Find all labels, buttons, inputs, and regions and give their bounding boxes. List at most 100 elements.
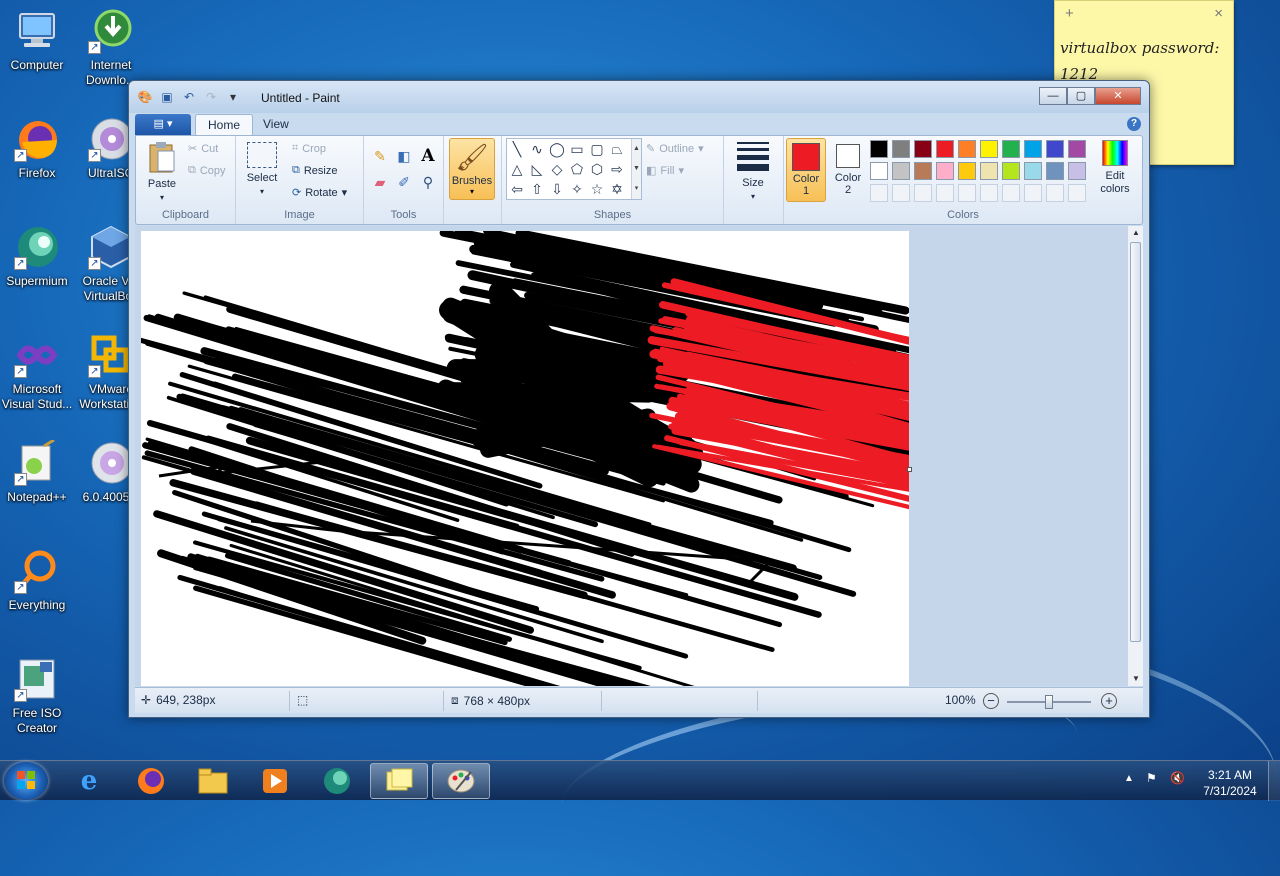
hexagon-shape-icon[interactable]: ⬡ (589, 161, 605, 177)
magnifier-icon[interactable]: ⚲ (418, 172, 438, 192)
palette-swatch[interactable] (980, 162, 998, 180)
pencil-icon[interactable]: ✎ (370, 146, 390, 166)
palette-swatch[interactable] (936, 162, 954, 180)
paint-app-icon[interactable]: 🎨 (137, 89, 153, 105)
edit-colors-button[interactable]: Edit colors (1092, 140, 1138, 196)
palette-swatch[interactable] (936, 140, 954, 158)
desktop-icon-internet-download-manager[interactable]: ↗ Internet Downlo... (74, 8, 148, 88)
zoom-in-button[interactable]: + (1101, 693, 1117, 709)
rounded-rectangle-shape-icon[interactable]: ▢ (589, 141, 605, 157)
palette-swatch[interactable] (1068, 140, 1086, 158)
eraser-icon[interactable]: ▰ (370, 172, 390, 192)
right-arrow-shape-icon[interactable]: ⇨ (609, 161, 625, 177)
custom-color-slot[interactable] (1068, 184, 1086, 202)
line-shape-icon[interactable]: ╲ (509, 141, 525, 157)
drawing-canvas[interactable] (141, 231, 909, 686)
fill-bucket-icon[interactable]: ◧ (394, 146, 414, 166)
add-note-button[interactable]: + (1065, 5, 1074, 23)
maximize-button[interactable]: ▢ (1067, 87, 1095, 105)
palette-swatch[interactable] (892, 162, 910, 180)
show-hidden-icons-button[interactable]: ▲ (1124, 773, 1134, 784)
shapes-gallery[interactable]: ╲ ∿ ◯ ▭ ▢ ⏢ △ ◺ ◇ ⬠ ⬡ ⇨ ⇦ ⇧ ⇩ ✧ ☆ ✡ ▲▼▾ (506, 138, 642, 200)
desktop-icon-firefox[interactable]: ↗ Firefox (0, 116, 74, 181)
palette-swatch[interactable] (1002, 140, 1020, 158)
taskbar-media-player[interactable] (246, 763, 304, 799)
taskbar-internet-explorer[interactable]: e (60, 763, 118, 799)
desktop-icon-free-iso-creator[interactable]: ↗ Free ISO Creator (0, 656, 74, 736)
custom-color-slot[interactable] (1046, 184, 1064, 202)
rotate-button[interactable]: ⟳Rotate▾ (292, 186, 347, 199)
right-triangle-shape-icon[interactable]: ◺ (529, 161, 545, 177)
color1-button[interactable]: Color 1 (786, 138, 826, 202)
tab-view[interactable]: View (251, 114, 301, 136)
cut-button[interactable]: ✂Cut (188, 142, 218, 155)
title-bar[interactable]: 🎨 ▣ ↶ ↷ ▾ Untitled - Paint — ▢ ✕ (129, 81, 1149, 113)
desktop-icon-visual-studio[interactable]: ↗ Microsoft Visual Stud... (0, 332, 74, 412)
palette-swatch[interactable] (870, 162, 888, 180)
close-note-button[interactable]: × (1214, 5, 1223, 23)
custom-color-slot[interactable] (914, 184, 932, 202)
taskbar-paint[interactable] (432, 763, 490, 799)
zoom-out-button[interactable]: − (983, 693, 999, 709)
custom-color-slot[interactable] (958, 184, 976, 202)
scroll-thumb[interactable] (1130, 242, 1141, 642)
custom-color-slot[interactable] (1024, 184, 1042, 202)
down-arrow-shape-icon[interactable]: ⇩ (549, 181, 565, 197)
scroll-up-arrow[interactable]: ▲ (1128, 226, 1144, 240)
paste-button[interactable]: Paste ▾ (142, 140, 182, 204)
crop-button[interactable]: ⌗Crop (292, 142, 326, 155)
oval-shape-icon[interactable]: ◯ (549, 141, 565, 157)
palette-swatch[interactable] (870, 140, 888, 158)
palette-swatch[interactable] (1024, 162, 1042, 180)
tab-home[interactable]: Home (195, 114, 253, 136)
outline-button[interactable]: ✎Outline▾ (646, 142, 704, 155)
show-desktop-button[interactable] (1268, 761, 1280, 801)
polygon-shape-icon[interactable]: ⏢ (609, 141, 625, 157)
rectangle-shape-icon[interactable]: ▭ (569, 141, 585, 157)
desktop-icon-everything[interactable]: ↗ Everything (0, 548, 74, 613)
palette-swatch[interactable] (1068, 162, 1086, 180)
custom-color-slot[interactable] (1002, 184, 1020, 202)
canvas-resize-handle[interactable] (907, 467, 912, 472)
palette-swatch[interactable] (1024, 140, 1042, 158)
undo-icon[interactable]: ↶ (181, 89, 197, 105)
fill-button[interactable]: ◧Fill▾ (646, 164, 684, 177)
palette-swatch[interactable] (1046, 140, 1064, 158)
canvas-workspace[interactable] (135, 226, 1127, 686)
palette-swatch[interactable] (892, 140, 910, 158)
start-button[interactable] (4, 762, 48, 800)
copy-button[interactable]: ⧉Copy (188, 164, 226, 177)
palette-swatch[interactable] (914, 162, 932, 180)
vertical-scrollbar[interactable]: ▲ ▼ (1127, 226, 1143, 686)
resize-button[interactable]: ⧉Resize (292, 164, 337, 177)
custom-color-slot[interactable] (936, 184, 954, 202)
palette-swatch[interactable] (958, 162, 976, 180)
palette-swatch[interactable] (1046, 162, 1064, 180)
custom-color-slot[interactable] (870, 184, 888, 202)
select-button[interactable]: Select ▾ (242, 142, 282, 198)
custom-color-slot[interactable] (980, 184, 998, 202)
scroll-down-arrow[interactable]: ▼ (1128, 672, 1144, 686)
save-icon[interactable]: ▣ (159, 89, 175, 105)
file-menu-button[interactable]: ▤ ▾ (135, 114, 191, 135)
palette-swatch[interactable] (914, 140, 932, 158)
taskbar-firefox[interactable] (122, 763, 180, 799)
six-point-star-shape-icon[interactable]: ✡ (609, 181, 625, 197)
desktop-icon-notepadpp[interactable]: ↗ Notepad++ (0, 440, 74, 505)
custom-color-slot[interactable] (892, 184, 910, 202)
volume-muted-icon[interactable]: 🔇 (1170, 771, 1185, 785)
paint-window[interactable]: 🎨 ▣ ↶ ↷ ▾ Untitled - Paint — ▢ ✕ ▤ ▾ Hom… (128, 80, 1150, 718)
five-point-star-shape-icon[interactable]: ☆ (589, 181, 605, 197)
diamond-shape-icon[interactable]: ◇ (549, 161, 565, 177)
taskbar-file-explorer[interactable] (184, 763, 242, 799)
desktop-icon-supermium[interactable]: ↗ Supermium (0, 224, 74, 289)
color-picker-icon[interactable]: ✐ (394, 172, 414, 192)
shapes-scroll[interactable]: ▲▼▾ (631, 139, 641, 199)
taskbar-sticky-notes[interactable] (370, 763, 428, 799)
triangle-shape-icon[interactable]: △ (509, 161, 525, 177)
minimize-button[interactable]: — (1039, 87, 1067, 105)
zoom-slider-thumb[interactable] (1045, 695, 1053, 709)
desktop-icon-computer[interactable]: Computer (0, 8, 74, 73)
pentagon-shape-icon[interactable]: ⬠ (569, 161, 585, 177)
size-button[interactable]: Size ▾ (732, 142, 774, 203)
